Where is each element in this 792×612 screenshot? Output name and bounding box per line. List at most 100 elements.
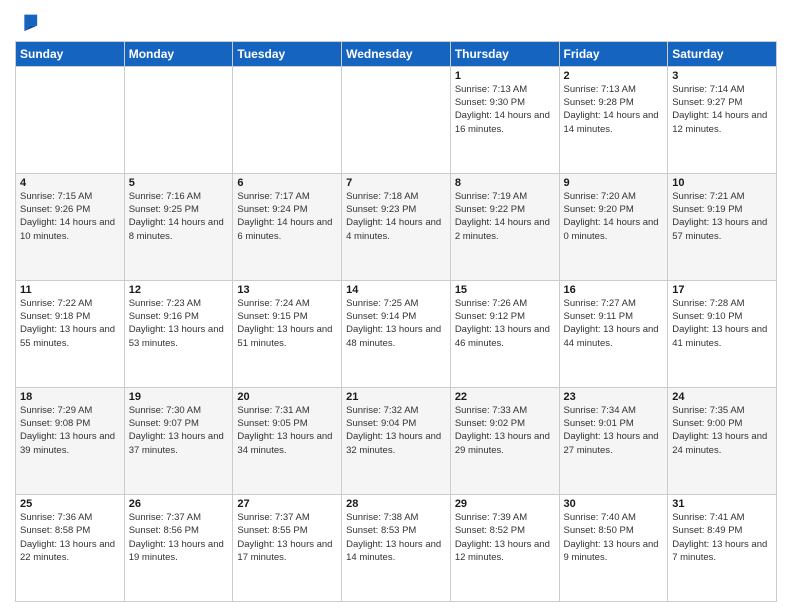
day-info: Sunrise: 7:21 AMSunset: 9:19 PMDaylight:… [672, 191, 767, 242]
day-info: Sunrise: 7:23 AMSunset: 9:16 PMDaylight:… [129, 298, 224, 349]
day-info: Sunrise: 7:33 AMSunset: 9:02 PMDaylight:… [455, 405, 550, 456]
day-number: 30 [564, 498, 664, 510]
day-info: Sunrise: 7:25 AMSunset: 9:14 PMDaylight:… [346, 298, 441, 349]
day-number: 29 [455, 498, 555, 510]
calendar-header-row: SundayMondayTuesdayWednesdayThursdayFrid… [16, 41, 777, 66]
day-info: Sunrise: 7:17 AMSunset: 9:24 PMDaylight:… [237, 191, 332, 242]
calendar-week-row: 18 Sunrise: 7:29 AMSunset: 9:08 PMDaylig… [16, 387, 777, 494]
day-number: 17 [672, 284, 772, 296]
day-number: 7 [346, 177, 446, 189]
day-info: Sunrise: 7:22 AMSunset: 9:18 PMDaylight:… [20, 298, 115, 349]
day-info: Sunrise: 7:29 AMSunset: 9:08 PMDaylight:… [20, 405, 115, 456]
logo [15, 10, 41, 33]
calendar-cell: 24 Sunrise: 7:35 AMSunset: 9:00 PMDaylig… [668, 387, 777, 494]
col-header-friday: Friday [559, 41, 668, 66]
day-info: Sunrise: 7:16 AMSunset: 9:25 PMDaylight:… [129, 191, 224, 242]
calendar-cell [342, 66, 451, 173]
calendar-cell: 10 Sunrise: 7:21 AMSunset: 9:19 PMDaylig… [668, 173, 777, 280]
calendar-cell: 25 Sunrise: 7:36 AMSunset: 8:58 PMDaylig… [16, 494, 125, 601]
calendar-cell: 9 Sunrise: 7:20 AMSunset: 9:20 PMDayligh… [559, 173, 668, 280]
day-number: 1 [455, 70, 555, 82]
day-number: 14 [346, 284, 446, 296]
calendar-cell: 30 Sunrise: 7:40 AMSunset: 8:50 PMDaylig… [559, 494, 668, 601]
calendar-cell: 1 Sunrise: 7:13 AMSunset: 9:30 PMDayligh… [450, 66, 559, 173]
calendar-cell: 4 Sunrise: 7:15 AMSunset: 9:26 PMDayligh… [16, 173, 125, 280]
day-info: Sunrise: 7:32 AMSunset: 9:04 PMDaylight:… [346, 405, 441, 456]
day-info: Sunrise: 7:28 AMSunset: 9:10 PMDaylight:… [672, 298, 767, 349]
day-number: 13 [237, 284, 337, 296]
col-header-saturday: Saturday [668, 41, 777, 66]
page: SundayMondayTuesdayWednesdayThursdayFrid… [0, 0, 792, 612]
logo-text [15, 10, 41, 33]
day-info: Sunrise: 7:38 AMSunset: 8:53 PMDaylight:… [346, 512, 441, 563]
calendar-cell: 6 Sunrise: 7:17 AMSunset: 9:24 PMDayligh… [233, 173, 342, 280]
day-info: Sunrise: 7:20 AMSunset: 9:20 PMDaylight:… [564, 191, 659, 242]
calendar-cell: 28 Sunrise: 7:38 AMSunset: 8:53 PMDaylig… [342, 494, 451, 601]
calendar-week-row: 4 Sunrise: 7:15 AMSunset: 9:26 PMDayligh… [16, 173, 777, 280]
day-number: 16 [564, 284, 664, 296]
calendar-cell: 15 Sunrise: 7:26 AMSunset: 9:12 PMDaylig… [450, 280, 559, 387]
day-number: 4 [20, 177, 120, 189]
col-header-sunday: Sunday [16, 41, 125, 66]
calendar-cell: 31 Sunrise: 7:41 AMSunset: 8:49 PMDaylig… [668, 494, 777, 601]
day-number: 24 [672, 391, 772, 403]
day-number: 26 [129, 498, 229, 510]
day-number: 19 [129, 391, 229, 403]
calendar-cell: 16 Sunrise: 7:27 AMSunset: 9:11 PMDaylig… [559, 280, 668, 387]
day-number: 15 [455, 284, 555, 296]
day-number: 31 [672, 498, 772, 510]
day-number: 11 [20, 284, 120, 296]
col-header-tuesday: Tuesday [233, 41, 342, 66]
day-number: 12 [129, 284, 229, 296]
day-info: Sunrise: 7:39 AMSunset: 8:52 PMDaylight:… [455, 512, 550, 563]
day-info: Sunrise: 7:37 AMSunset: 8:56 PMDaylight:… [129, 512, 224, 563]
calendar-cell: 19 Sunrise: 7:30 AMSunset: 9:07 PMDaylig… [124, 387, 233, 494]
day-number: 22 [455, 391, 555, 403]
day-info: Sunrise: 7:15 AMSunset: 9:26 PMDaylight:… [20, 191, 115, 242]
day-info: Sunrise: 7:19 AMSunset: 9:22 PMDaylight:… [455, 191, 550, 242]
day-info: Sunrise: 7:41 AMSunset: 8:49 PMDaylight:… [672, 512, 767, 563]
day-number: 27 [237, 498, 337, 510]
calendar-week-row: 25 Sunrise: 7:36 AMSunset: 8:58 PMDaylig… [16, 494, 777, 601]
calendar-cell: 29 Sunrise: 7:39 AMSunset: 8:52 PMDaylig… [450, 494, 559, 601]
col-header-thursday: Thursday [450, 41, 559, 66]
calendar-cell: 3 Sunrise: 7:14 AMSunset: 9:27 PMDayligh… [668, 66, 777, 173]
day-info: Sunrise: 7:13 AMSunset: 9:28 PMDaylight:… [564, 84, 659, 135]
calendar-cell: 2 Sunrise: 7:13 AMSunset: 9:28 PMDayligh… [559, 66, 668, 173]
day-info: Sunrise: 7:27 AMSunset: 9:11 PMDaylight:… [564, 298, 659, 349]
day-info: Sunrise: 7:13 AMSunset: 9:30 PMDaylight:… [455, 84, 550, 135]
calendar-week-row: 11 Sunrise: 7:22 AMSunset: 9:18 PMDaylig… [16, 280, 777, 387]
calendar-cell: 13 Sunrise: 7:24 AMSunset: 9:15 PMDaylig… [233, 280, 342, 387]
calendar-cell: 14 Sunrise: 7:25 AMSunset: 9:14 PMDaylig… [342, 280, 451, 387]
calendar-cell [233, 66, 342, 173]
day-number: 20 [237, 391, 337, 403]
day-info: Sunrise: 7:24 AMSunset: 9:15 PMDaylight:… [237, 298, 332, 349]
day-info: Sunrise: 7:26 AMSunset: 9:12 PMDaylight:… [455, 298, 550, 349]
calendar-cell: 26 Sunrise: 7:37 AMSunset: 8:56 PMDaylig… [124, 494, 233, 601]
calendar-cell: 18 Sunrise: 7:29 AMSunset: 9:08 PMDaylig… [16, 387, 125, 494]
calendar-cell: 7 Sunrise: 7:18 AMSunset: 9:23 PMDayligh… [342, 173, 451, 280]
calendar-table: SundayMondayTuesdayWednesdayThursdayFrid… [15, 41, 777, 602]
day-info: Sunrise: 7:30 AMSunset: 9:07 PMDaylight:… [129, 405, 224, 456]
day-info: Sunrise: 7:40 AMSunset: 8:50 PMDaylight:… [564, 512, 659, 563]
day-info: Sunrise: 7:35 AMSunset: 9:00 PMDaylight:… [672, 405, 767, 456]
header [15, 10, 777, 33]
day-number: 3 [672, 70, 772, 82]
day-number: 5 [129, 177, 229, 189]
calendar-cell [124, 66, 233, 173]
day-number: 28 [346, 498, 446, 510]
calendar-cell: 22 Sunrise: 7:33 AMSunset: 9:02 PMDaylig… [450, 387, 559, 494]
day-info: Sunrise: 7:14 AMSunset: 9:27 PMDaylight:… [672, 84, 767, 135]
day-number: 2 [564, 70, 664, 82]
day-number: 23 [564, 391, 664, 403]
day-number: 21 [346, 391, 446, 403]
day-info: Sunrise: 7:37 AMSunset: 8:55 PMDaylight:… [237, 512, 332, 563]
col-header-monday: Monday [124, 41, 233, 66]
calendar-cell: 5 Sunrise: 7:16 AMSunset: 9:25 PMDayligh… [124, 173, 233, 280]
day-info: Sunrise: 7:31 AMSunset: 9:05 PMDaylight:… [237, 405, 332, 456]
calendar-cell: 23 Sunrise: 7:34 AMSunset: 9:01 PMDaylig… [559, 387, 668, 494]
day-info: Sunrise: 7:36 AMSunset: 8:58 PMDaylight:… [20, 512, 115, 563]
day-number: 18 [20, 391, 120, 403]
calendar-cell: 8 Sunrise: 7:19 AMSunset: 9:22 PMDayligh… [450, 173, 559, 280]
calendar-week-row: 1 Sunrise: 7:13 AMSunset: 9:30 PMDayligh… [16, 66, 777, 173]
